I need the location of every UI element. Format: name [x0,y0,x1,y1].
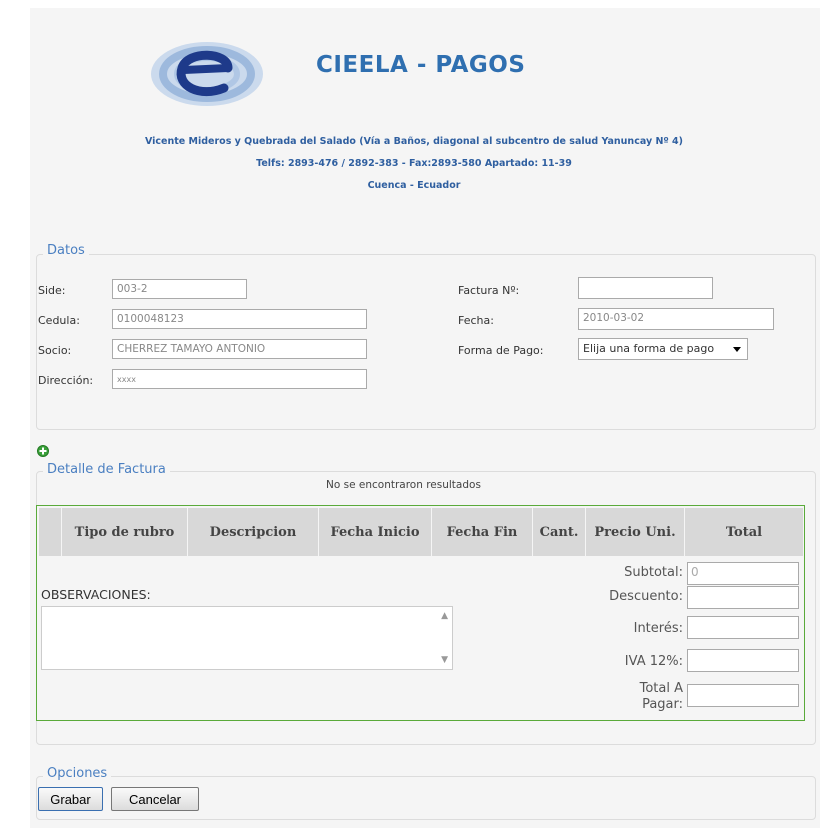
fecha-label: Fecha: [458,314,494,327]
forma-pago-label: Forma de Pago: [458,344,544,357]
datos-legend: Datos [43,243,89,258]
direccion-input[interactable]: xxxx [112,369,367,389]
chevron-down-icon [733,347,741,352]
socio-label: Socio: [38,344,72,357]
col-fecha-fin[interactable]: Fecha Fin [432,508,532,556]
iva-label: IVA 12%: [624,654,683,669]
interes-label: Interés: [633,621,683,636]
factura-label: Factura Nº: [458,284,520,297]
grid-header-select [39,508,61,556]
grabar-button[interactable]: Grabar [38,787,103,811]
observaciones-label: OBSERVACIONES: [41,587,151,602]
subtotal-input[interactable]: 0 [687,562,799,585]
total-pagar-label: Total A Pagar: [577,681,683,713]
factura-input[interactable] [578,277,713,299]
total-pagar-input[interactable] [687,684,799,707]
cieela-logo [151,42,263,106]
detalle-grid: Tipo de rubro Descripcion Fecha Inicio F… [36,505,805,721]
scroll-up-icon[interactable]: ▲ [441,611,448,621]
descuento-label: Descuento: [609,589,683,604]
direccion-label: Dirección: [38,374,94,387]
col-fecha-inicio[interactable]: Fecha Inicio [319,508,431,556]
forma-pago-selected: Elija una forma de pago [583,342,715,355]
descuento-input[interactable] [687,586,799,609]
empty-message: No se encontraron resultados [326,479,481,491]
add-row-icon[interactable] [37,445,49,457]
side-label: Side: [38,284,66,297]
col-tipo-rubro[interactable]: Tipo de rubro [62,508,187,556]
total-label-line1: Total A [639,681,683,696]
address-line: Vicente Mideros y Quebrada del Salado (V… [144,136,684,147]
total-label-line2: Pagar: [642,697,683,712]
col-descripcion[interactable]: Descripcion [188,508,318,556]
opciones-legend: Opciones [43,766,112,781]
interes-input[interactable] [687,616,799,639]
forma-pago-select[interactable]: Elija una forma de pago [578,338,748,360]
col-cant[interactable]: Cant. [533,508,585,556]
cancelar-button[interactable]: Cancelar [111,787,199,811]
side-input[interactable]: 003-2 [112,279,247,299]
observaciones-textarea[interactable]: ▲ ▼ [41,606,453,670]
col-total[interactable]: Total [685,508,803,556]
scroll-down-icon[interactable]: ▼ [441,655,448,665]
cedula-input[interactable]: 0100048123 [112,309,367,329]
subtotal-label: Subtotal: [624,565,683,580]
detalle-legend: Detalle de Factura [43,462,170,477]
col-precio-uni[interactable]: Precio Uni. [586,508,684,556]
phone-line: Telfs: 2893-476 / 2892-383 - Fax:2893-58… [256,158,572,169]
cedula-label: Cedula: [38,314,80,327]
iva-input[interactable] [687,649,799,672]
socio-input[interactable]: CHERREZ TAMAYO ANTONIO [112,339,367,359]
page-title: CIEELA - PAGOS [316,52,526,78]
fecha-input[interactable]: 2010-03-02 [578,308,774,330]
city-line: Cuenca - Ecuador [367,180,461,191]
